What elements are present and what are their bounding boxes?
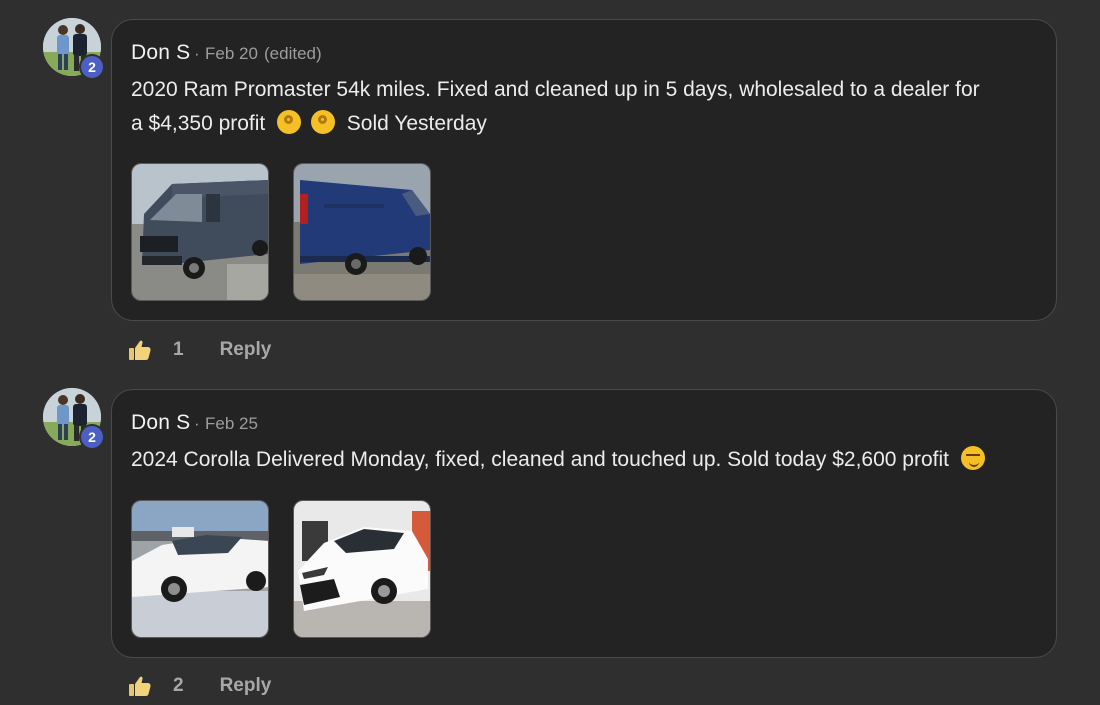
ok-hand-emoji bbox=[310, 110, 335, 134]
blue-van-side-photo[interactable] bbox=[293, 163, 431, 301]
blue-van-front-photo[interactable] bbox=[131, 163, 269, 301]
thumbs-up-icon[interactable] bbox=[128, 674, 152, 698]
white-corolla-outdoor-photo[interactable] bbox=[131, 500, 269, 638]
comment-author[interactable]: Don S bbox=[131, 41, 190, 65]
thumbs-up-icon[interactable] bbox=[128, 338, 152, 362]
comment-actions: 2 Reply bbox=[128, 671, 271, 701]
comment-text-line: 2020 Ram Promaster 54k miles. Fixed and … bbox=[131, 78, 980, 101]
comment-date[interactable]: Feb 20 bbox=[205, 44, 258, 64]
separator-dot: · bbox=[194, 414, 200, 433]
ok-hand-emoji bbox=[277, 110, 302, 134]
comment-date[interactable]: Feb 25 bbox=[205, 414, 258, 434]
comment-text-line: a $4,350 profit Sold Yesterday bbox=[131, 107, 1026, 141]
white-corolla-garage-photo[interactable] bbox=[293, 500, 431, 638]
reply-button[interactable]: Reply bbox=[220, 675, 272, 697]
edited-label: (edited) bbox=[264, 44, 322, 63]
comment-actions: 1 Reply bbox=[128, 335, 271, 365]
like-count: 1 bbox=[173, 339, 184, 360]
like-count: 2 bbox=[173, 675, 184, 696]
avatar[interactable]: 2 bbox=[43, 18, 105, 80]
comment-card: Don S · Feb 25 2024 Corolla Delivered Mo… bbox=[111, 389, 1057, 658]
reply-button[interactable]: Reply bbox=[220, 339, 272, 361]
comment-text-segment: a $4,350 profit bbox=[131, 112, 266, 135]
level-badge: 2 bbox=[79, 424, 105, 450]
comment-text-line: 2024 Corolla Delivered Monday, fixed, cl… bbox=[131, 448, 949, 471]
comment-author[interactable]: Don S bbox=[131, 411, 190, 435]
comment-text: 2024 Corolla Delivered Monday, fixed, cl… bbox=[131, 443, 1026, 477]
comment-text-segment: Sold Yesterday bbox=[346, 112, 487, 135]
avatar[interactable]: 2 bbox=[43, 388, 105, 450]
separator-dot: · bbox=[194, 44, 200, 63]
comment-text: 2020 Ram Promaster 54k miles. Fixed and … bbox=[131, 73, 1026, 141]
level-badge: 2 bbox=[79, 54, 105, 80]
smirk-emoji bbox=[960, 446, 985, 470]
comment-card: Don S · Feb 20 (edited) 2020 Ram Promast… bbox=[111, 19, 1057, 321]
